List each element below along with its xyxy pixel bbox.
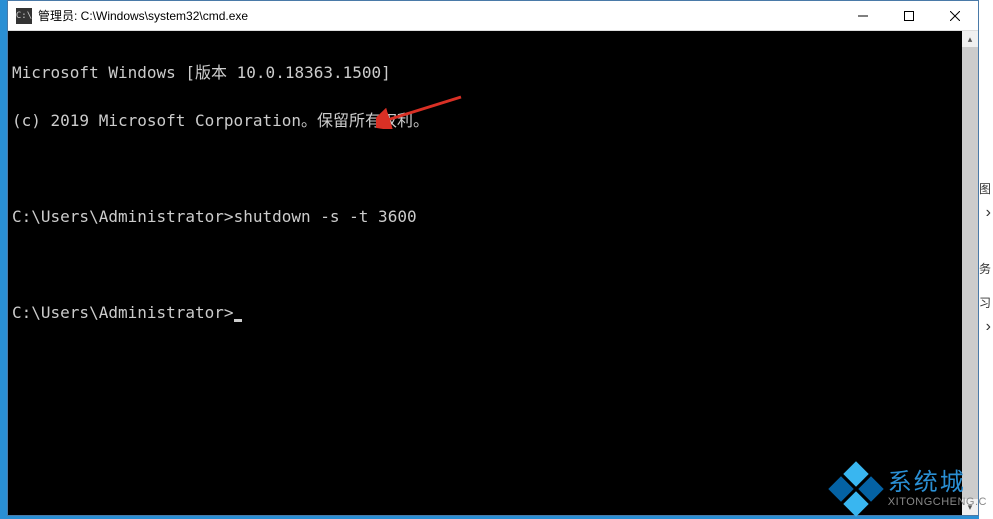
command: shutdown -s -t 3600	[234, 207, 417, 226]
terminal-area[interactable]: Microsoft Windows [版本 10.0.18363.1500] (…	[8, 31, 978, 515]
window-title: 管理员: C:\Windows\system32\cmd.exe	[38, 7, 840, 24]
window-controls	[840, 1, 978, 30]
scroll-down-button[interactable]: ▾	[962, 499, 978, 515]
terminal-line: Microsoft Windows [版本 10.0.18363.1500]	[12, 65, 958, 81]
bg-label: 习	[979, 294, 991, 311]
maximize-button[interactable]	[886, 1, 932, 31]
scroll-up-button[interactable]: ▴	[962, 31, 978, 47]
bg-label: 务	[979, 260, 991, 277]
scrollbar-thumb[interactable]	[962, 47, 978, 499]
close-button[interactable]	[932, 1, 978, 31]
cmd-icon: C:\	[16, 8, 32, 24]
prompt: C:\Users\Administrator>	[12, 207, 234, 226]
terminal-line: (c) 2019 Microsoft Corporation。保留所有权利。	[12, 113, 958, 129]
minimize-button[interactable]	[840, 1, 886, 31]
bg-label: 图	[979, 180, 991, 197]
terminal-blank	[12, 161, 958, 177]
cursor	[234, 319, 242, 322]
bg-arrow: ›	[986, 204, 991, 222]
bg-arrow: ›	[986, 318, 991, 336]
terminal-line: C:\Users\Administrator>shutdown -s -t 36…	[12, 209, 958, 225]
scrollbar[interactable]: ▴ ▾	[962, 31, 978, 515]
terminal-line: C:\Users\Administrator>	[12, 305, 958, 321]
titlebar[interactable]: C:\ 管理员: C:\Windows\system32\cmd.exe	[8, 1, 978, 31]
terminal-blank	[12, 257, 958, 273]
prompt: C:\Users\Administrator>	[12, 303, 234, 322]
terminal-content: Microsoft Windows [版本 10.0.18363.1500] (…	[8, 31, 962, 515]
background-strip: 图 › 务 习 ›	[979, 0, 993, 519]
cmd-window: C:\ 管理员: C:\Windows\system32\cmd.exe Mic…	[7, 0, 979, 516]
